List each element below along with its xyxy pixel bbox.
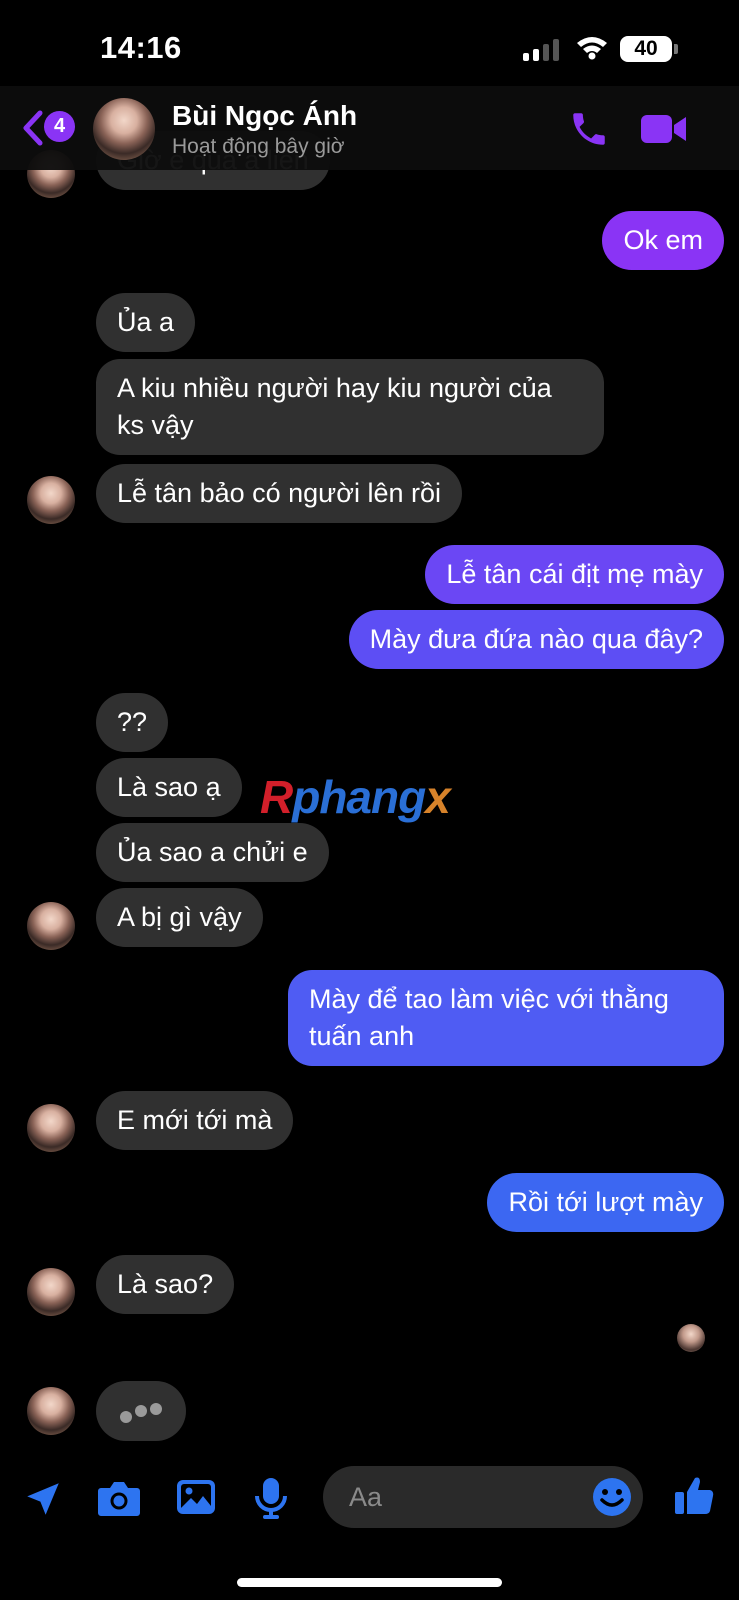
- contact-status: Hoạt động bây giờ: [172, 135, 345, 158]
- location-arrow-icon[interactable]: [22, 1478, 64, 1520]
- message-bubble[interactable]: Là sao ạ: [96, 758, 242, 817]
- message-bubble[interactable]: Lễ tân bảo có người lên rồi: [96, 464, 462, 523]
- image-icon[interactable]: [175, 1478, 217, 1518]
- watermark-part: phang: [292, 771, 426, 823]
- message-bubble[interactable]: E mới tới mà: [96, 1091, 294, 1150]
- microphone-icon[interactable]: [254, 1476, 288, 1520]
- cellular-signal-icon: [523, 39, 563, 61]
- message-bubble[interactable]: A bị gì vậy: [96, 888, 263, 947]
- message-bubble[interactable]: Ủa sao a chửi e: [96, 823, 329, 882]
- message-bubble[interactable]: ??: [96, 693, 169, 752]
- contact-avatar[interactable]: [93, 98, 155, 160]
- video-camera-icon[interactable]: [640, 112, 688, 146]
- phone-icon[interactable]: [568, 108, 610, 150]
- unread-count-badge[interactable]: 4: [44, 111, 75, 142]
- contact-avatar[interactable]: [27, 476, 75, 524]
- thumbs-up-icon[interactable]: [673, 1474, 715, 1518]
- contact-avatar[interactable]: [27, 1268, 75, 1316]
- contact-avatar[interactable]: [27, 902, 75, 950]
- contact-avatar[interactable]: [27, 1387, 75, 1435]
- message-bubble[interactable]: A kiu nhiều người hay kiu người của ks v…: [96, 359, 604, 455]
- message-bubble[interactable]: Ủa a: [96, 293, 196, 352]
- smiley-icon[interactable]: [592, 1477, 632, 1517]
- message-bubble[interactable]: Rồi tới lượt mày: [487, 1173, 724, 1232]
- typing-indicator: [96, 1381, 186, 1441]
- wifi-icon: [577, 37, 607, 60]
- battery-indicator: 40: [620, 36, 672, 62]
- watermark-part: R: [260, 771, 293, 823]
- message-bubble[interactable]: Là sao?: [96, 1255, 235, 1314]
- seen-receipt-avatar: [677, 1324, 705, 1352]
- watermark-logo: Rphangx: [260, 770, 451, 824]
- message-bubble[interactable]: Ok em: [602, 211, 724, 270]
- camera-icon[interactable]: [97, 1480, 141, 1518]
- status-time: 14:16: [100, 30, 182, 65]
- contact-avatar[interactable]: [27, 1104, 75, 1152]
- message-bubble[interactable]: Mày để tao làm việc với thằng tuấn anh: [288, 970, 724, 1066]
- message-bubble[interactable]: Lễ tân cái địt mẹ mày: [425, 545, 724, 604]
- message-input[interactable]: [349, 1478, 569, 1516]
- conversation-header: 4 Bùi Ngọc Ánh Hoạt động bây giờ: [0, 86, 739, 170]
- chevron-left-icon[interactable]: [20, 108, 46, 148]
- contact-name[interactable]: Bùi Ngọc Ánh: [172, 100, 357, 132]
- home-indicator[interactable]: [237, 1578, 502, 1587]
- message-bubble[interactable]: Mày đưa đứa nào qua đây?: [348, 610, 724, 669]
- message-input-container[interactable]: [323, 1466, 643, 1528]
- watermark-part: x: [425, 771, 451, 823]
- battery-tip: [674, 44, 678, 54]
